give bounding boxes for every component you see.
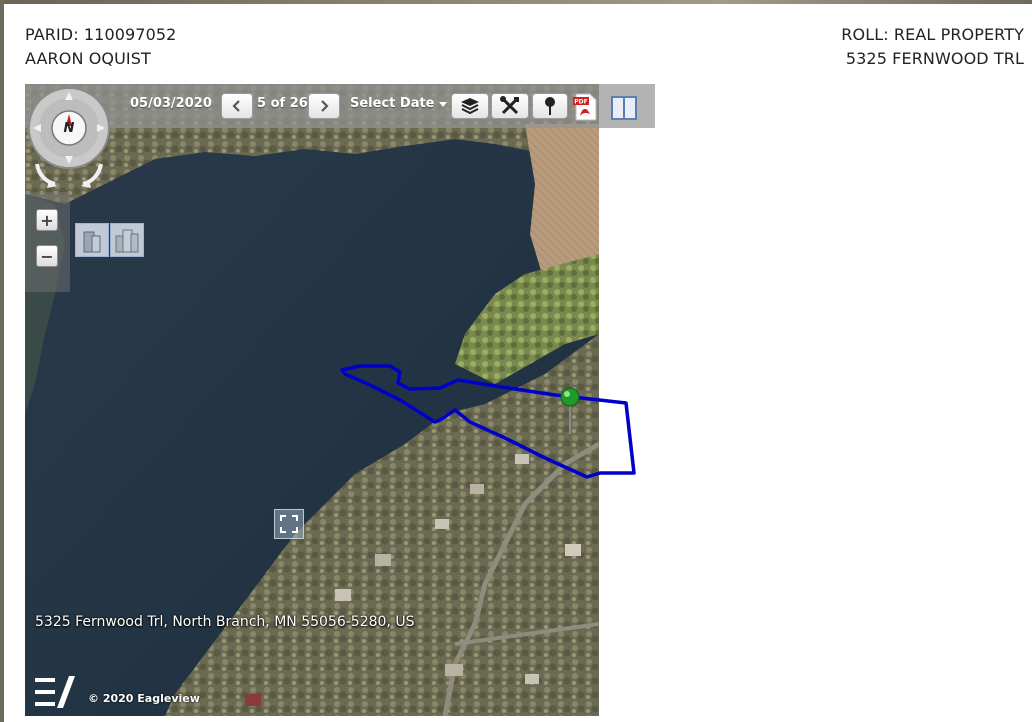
parid-text: PARID: 110097052	[25, 25, 177, 44]
zoom-panel	[25, 192, 70, 292]
pin-button[interactable]	[532, 93, 568, 119]
copyright-text: © 2020 Eagleview	[88, 692, 200, 705]
next-image-button[interactable]	[308, 93, 340, 119]
chevron-right-icon	[321, 100, 329, 112]
parcel-info-left: PARID: 110097052 AARON OQUIST	[25, 23, 176, 71]
fullscreen-button[interactable]	[274, 509, 304, 539]
window-top-border	[0, 0, 1032, 4]
pdf-icon[interactable]: PDF	[570, 92, 600, 122]
fullscreen-icon	[280, 515, 298, 533]
compass-north-label: N	[64, 121, 75, 136]
map-address-label: 5325 Fernwood Trl, North Branch, MN 5505…	[35, 614, 415, 630]
tools-icon	[500, 96, 519, 115]
previous-image-button[interactable]	[221, 93, 253, 119]
split-view-icon	[611, 96, 637, 120]
layers-icon	[461, 98, 479, 115]
roll-text: ROLL: REAL PROPERTY	[841, 25, 1024, 44]
split-view-button[interactable]	[609, 95, 639, 121]
compass-navigator[interactable]: N	[25, 84, 129, 192]
select-date-dropdown[interactable]: Select Date	[350, 96, 447, 111]
property-pin-icon[interactable]	[559, 386, 581, 436]
capture-date: 05/03/2020	[130, 96, 212, 111]
chevron-left-icon	[232, 100, 240, 112]
tools-button[interactable]	[491, 93, 529, 119]
buildings-3d-button[interactable]	[110, 223, 144, 257]
parcel-info-right: ROLL: REAL PROPERTY 5325 FERNWOOD TRL	[841, 23, 1024, 71]
property-address: 5325 FERNWOOD TRL	[845, 49, 1024, 68]
image-count: 5 of 26	[257, 96, 308, 111]
zoom-out-button[interactable]: −	[36, 245, 58, 267]
caret-down-icon	[438, 102, 447, 107]
select-date-label: Select Date	[350, 96, 435, 111]
svg-text:PDF: PDF	[574, 99, 587, 106]
eagleview-logo	[35, 676, 75, 708]
layers-button[interactable]	[451, 93, 489, 119]
buildings-3d-icon	[115, 229, 139, 253]
pushpin-icon	[545, 97, 555, 115]
building-icon	[83, 231, 101, 253]
building-view-button[interactable]	[75, 223, 109, 257]
zoom-in-button[interactable]: +	[36, 209, 58, 231]
window-left-border	[0, 0, 4, 722]
owner-name: AARON OQUIST	[25, 49, 151, 68]
